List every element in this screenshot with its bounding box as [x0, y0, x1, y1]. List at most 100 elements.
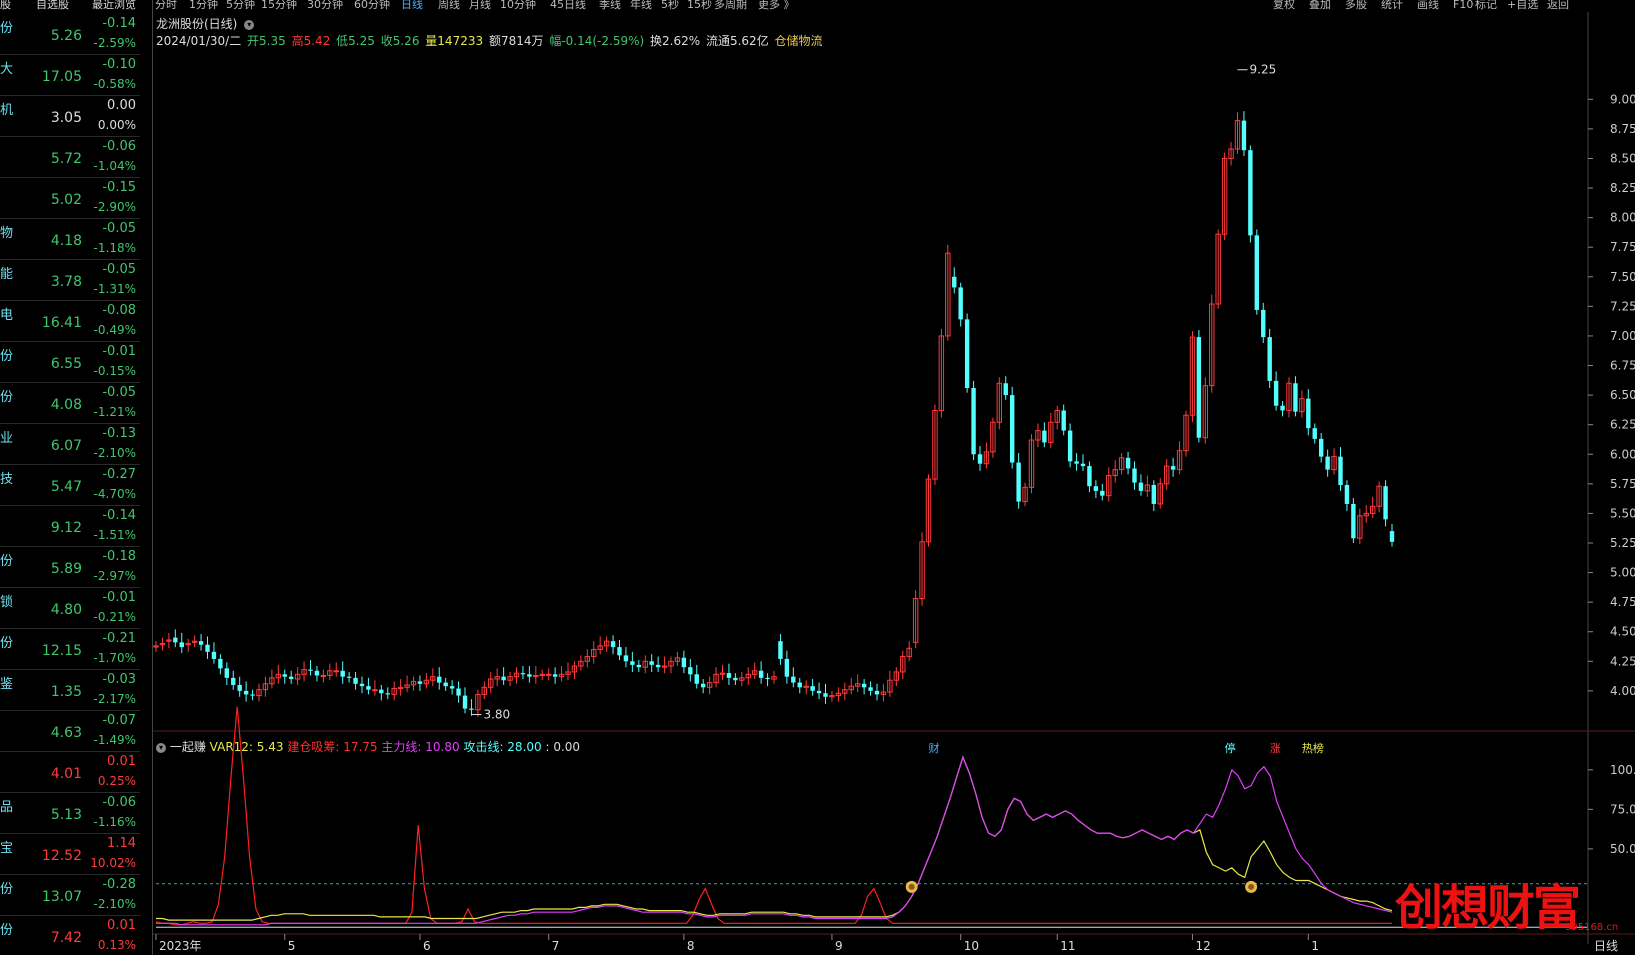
y-tick-label: 4.50: [1610, 625, 1635, 639]
candle: [443, 677, 448, 691]
candle: [848, 677, 854, 695]
candle: [835, 687, 842, 702]
series-line: [156, 755, 1393, 926]
candle: [494, 668, 500, 687]
candle: [668, 656, 674, 674]
candle: [1189, 331, 1196, 423]
candle: [925, 474, 932, 547]
candle: [185, 638, 191, 652]
candle: [1389, 524, 1395, 547]
candle: [449, 680, 455, 695]
candle: [275, 664, 282, 684]
candle: [1299, 390, 1305, 418]
candle: [906, 641, 912, 662]
x-tick-label: 7: [552, 939, 560, 953]
kline-chart[interactable]: 9.00 8.75 8.50 8.25 8.00 7.75 7.50 7.25 7.00 6.75…: [0, 0, 1635, 955]
candle: [1054, 405, 1060, 430]
max-price-label: 9.25: [1250, 63, 1277, 77]
event-badge[interactable]: 财: [929, 741, 940, 755]
min-price-label: 3.80: [483, 708, 510, 722]
candle: [810, 679, 815, 696]
event-badge[interactable]: 停: [1225, 741, 1236, 755]
candle: [430, 668, 436, 687]
candle: [1325, 449, 1330, 477]
candle: [584, 649, 591, 668]
candle: [1035, 423, 1041, 448]
candle: [1067, 423, 1073, 468]
candle: [829, 690, 835, 702]
candle: [1112, 460, 1118, 483]
watermark-logo: 创想财富: [1395, 880, 1581, 936]
candle: [469, 699, 474, 716]
candle: [552, 667, 558, 684]
candle: [256, 683, 262, 702]
candle: [224, 662, 230, 685]
candle: [610, 635, 616, 655]
candle: [1093, 480, 1099, 499]
x-tick-label: 9: [835, 939, 843, 953]
candle: [231, 670, 236, 690]
candle: [661, 656, 668, 674]
candle: [1234, 112, 1241, 154]
candle: [1312, 423, 1317, 444]
candle: [745, 667, 751, 685]
candle: [688, 658, 693, 682]
candle: [520, 666, 526, 680]
candle: [456, 681, 461, 703]
candle: [1196, 330, 1202, 443]
candle: [700, 679, 706, 694]
candle: [410, 676, 417, 691]
ind-tick-label: 75.00: [1610, 802, 1635, 816]
candle: [1132, 461, 1137, 490]
event-badge[interactable]: 热榜: [1302, 741, 1324, 755]
candle: [437, 667, 442, 690]
candle: [880, 683, 887, 702]
candle: [674, 651, 681, 667]
candle: [1080, 454, 1086, 471]
candle: [205, 636, 210, 659]
candle: [617, 640, 622, 661]
candle: [173, 629, 178, 648]
candle: [153, 641, 159, 652]
y-tick-label: 6.25: [1610, 418, 1635, 432]
candle: [765, 673, 770, 687]
candle: [1048, 412, 1054, 449]
candle: [1369, 496, 1376, 519]
candle: [784, 650, 790, 684]
period-label: 日线: [1594, 939, 1618, 953]
candle: [874, 683, 880, 701]
candle: [198, 634, 204, 651]
candle: [294, 667, 301, 685]
candle: [938, 328, 945, 418]
x-tick-label: 1: [1311, 939, 1319, 953]
candle: [655, 656, 661, 672]
candle: [726, 663, 732, 685]
candle: [327, 663, 333, 681]
candle: [218, 654, 223, 675]
event-badge[interactable]: 涨: [1270, 742, 1281, 755]
candle: [1293, 376, 1298, 417]
candle: [1202, 377, 1209, 444]
candle: [1280, 401, 1285, 417]
candle: [1363, 505, 1369, 523]
candle: [1157, 477, 1163, 509]
candle: [990, 417, 996, 458]
candle: [1376, 481, 1382, 513]
candle: [932, 404, 938, 486]
candle: [243, 681, 249, 702]
candle: [1209, 294, 1215, 393]
candle: [269, 669, 275, 689]
candle: [816, 682, 822, 700]
candle: [211, 642, 217, 664]
x-tick-label: 8: [687, 939, 695, 953]
candle: [758, 661, 764, 684]
candle: [1383, 480, 1388, 527]
candle: [475, 689, 481, 717]
candle: [983, 442, 990, 469]
candle: [513, 667, 520, 684]
candle: [868, 681, 873, 696]
candle: [1318, 432, 1324, 463]
y-tick-label: 5.00: [1610, 566, 1635, 580]
candle: [565, 662, 571, 681]
candle: [854, 674, 861, 693]
